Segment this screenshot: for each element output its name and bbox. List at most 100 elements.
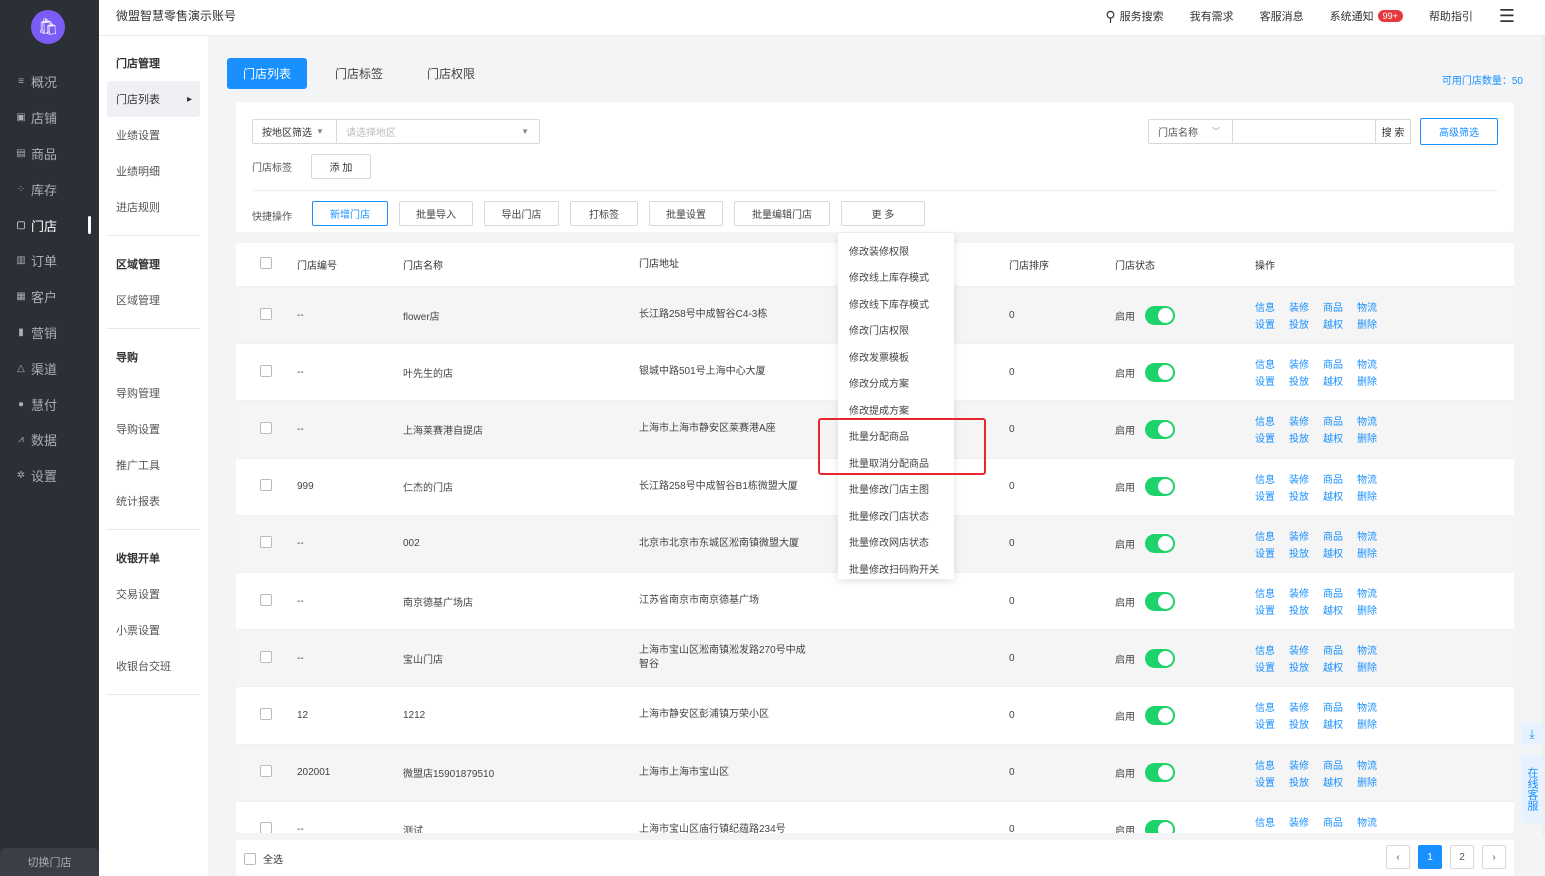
op-override-link[interactable]: 越权: [1323, 488, 1357, 503]
op-settings-link[interactable]: 设置: [1255, 716, 1289, 731]
op-override-link[interactable]: 越权: [1323, 602, 1357, 617]
op-info-link[interactable]: 信息: [1255, 642, 1289, 657]
row-checkbox[interactable]: [260, 421, 272, 434]
page-2-button[interactable]: 2: [1450, 845, 1474, 869]
dd-edit-online-stock-mode[interactable]: 修改线上库存模式: [838, 264, 954, 291]
op-goods-link[interactable]: 商品: [1323, 757, 1357, 772]
nav-item-orders[interactable]: ▥ 订单: [0, 243, 99, 279]
status-toggle[interactable]: [1145, 763, 1175, 783]
nav-item-store[interactable]: ▢ 门店: [0, 207, 99, 243]
op-delete-link[interactable]: 删除: [1357, 831, 1391, 833]
op-deliver-link[interactable]: 投放: [1289, 774, 1323, 789]
op-override-link[interactable]: 越权: [1323, 316, 1357, 331]
region-select-input[interactable]: 请选择地区 ▼: [337, 120, 539, 143]
op-delete-link[interactable]: 删除: [1357, 488, 1391, 503]
subnav-item-stats-report[interactable]: 统计报表: [107, 483, 200, 519]
add-tag-button[interactable]: 添 加: [311, 154, 371, 179]
op-delete-link[interactable]: 删除: [1357, 316, 1391, 331]
dd-batch-edit-main-image[interactable]: 批量修改门店主图: [838, 476, 954, 503]
nav-item-shop[interactable]: ▣ 店铺: [0, 100, 99, 136]
op-logistics-link[interactable]: 物流: [1357, 585, 1391, 600]
op-info-link[interactable]: 信息: [1255, 356, 1289, 371]
search-button[interactable]: 搜 索: [1376, 119, 1411, 144]
op-decorate-link[interactable]: 装修: [1289, 699, 1323, 714]
dd-edit-invoice-template[interactable]: 修改发票模板: [838, 343, 954, 370]
export-stores-button[interactable]: 导出门店: [484, 201, 559, 226]
op-deliver-link[interactable]: 投放: [1289, 373, 1323, 388]
op-delete-link[interactable]: 删除: [1357, 430, 1391, 445]
op-decorate-link[interactable]: 装修: [1289, 356, 1323, 371]
dd-batch-assign-goods[interactable]: 批量分配商品: [838, 423, 954, 450]
op-override-link[interactable]: 越权: [1323, 774, 1357, 789]
subnav-item-region-management[interactable]: 区域管理: [107, 282, 200, 318]
service-message-button[interactable]: 客服消息: [1260, 8, 1304, 24]
page-1-button[interactable]: 1: [1418, 845, 1442, 869]
op-decorate-link[interactable]: 装修: [1289, 413, 1323, 428]
status-toggle[interactable]: [1145, 820, 1175, 833]
tag-stores-button[interactable]: 打标签: [570, 201, 638, 226]
op-info-link[interactable]: 信息: [1255, 699, 1289, 714]
op-override-link[interactable]: 越权: [1323, 373, 1357, 388]
op-decorate-link[interactable]: 装修: [1289, 585, 1323, 600]
op-settings-link[interactable]: 设置: [1255, 831, 1289, 833]
op-logistics-link[interactable]: 物流: [1357, 699, 1391, 714]
add-store-button[interactable]: 新增门店: [312, 201, 388, 226]
status-toggle[interactable]: [1145, 419, 1175, 439]
row-checkbox[interactable]: [260, 479, 272, 492]
nav-item-inventory[interactable]: ⁘ 库存: [0, 171, 99, 207]
prev-page-icon[interactable]: ‹: [1386, 845, 1410, 869]
batch-import-button[interactable]: 批量导入: [399, 201, 473, 226]
batch-edit-stores-button[interactable]: 批量编辑门店: [734, 201, 830, 226]
switch-store-button[interactable]: 切换门店: [0, 848, 99, 876]
subnav-item-performance-details[interactable]: 业绩明细: [107, 153, 200, 189]
status-toggle[interactable]: [1145, 534, 1175, 554]
subnav-item-entry-rules[interactable]: 进店规则: [107, 189, 200, 225]
dd-edit-decorate-permission[interactable]: 修改装修权限: [838, 237, 954, 264]
op-logistics-link[interactable]: 物流: [1357, 528, 1391, 543]
op-logistics-link[interactable]: 物流: [1357, 356, 1391, 371]
op-info-link[interactable]: 信息: [1255, 413, 1289, 428]
select-all[interactable]: 全选: [244, 851, 283, 866]
op-deliver-link[interactable]: 投放: [1289, 316, 1323, 331]
op-deliver-link[interactable]: 投放: [1289, 545, 1323, 560]
batch-settings-button[interactable]: 批量设置: [649, 201, 723, 226]
tab-store-tags[interactable]: 门店标签: [319, 58, 399, 89]
row-checkbox[interactable]: [260, 822, 272, 833]
subnav-item-cashier-shift[interactable]: 收银台交班: [107, 648, 200, 684]
search-field-select[interactable]: 门店名称 ﹀: [1148, 119, 1233, 144]
subnav-item-store-list[interactable]: 门店列表: [107, 81, 200, 117]
op-deliver-link[interactable]: 投放: [1289, 716, 1323, 731]
op-deliver-link[interactable]: 投放: [1289, 488, 1323, 503]
status-toggle[interactable]: [1145, 705, 1175, 725]
op-settings-link[interactable]: 设置: [1255, 430, 1289, 445]
op-override-link[interactable]: 越权: [1323, 659, 1357, 674]
op-settings-link[interactable]: 设置: [1255, 602, 1289, 617]
op-goods-link[interactable]: 商品: [1323, 299, 1357, 314]
op-deliver-link[interactable]: 投放: [1289, 430, 1323, 445]
op-decorate-link[interactable]: 装修: [1289, 814, 1323, 829]
op-goods-link[interactable]: 商品: [1323, 585, 1357, 600]
row-checkbox[interactable]: [260, 650, 272, 663]
dd-batch-edit-scan-switch[interactable]: 批量修改扫码购开关: [838, 555, 954, 582]
op-override-link[interactable]: 越权: [1323, 430, 1357, 445]
nav-item-customers[interactable]: ▦ 客户: [0, 279, 99, 315]
subnav-item-performance-settings[interactable]: 业绩设置: [107, 117, 200, 153]
op-goods-link[interactable]: 商品: [1323, 528, 1357, 543]
op-logistics-link[interactable]: 物流: [1357, 413, 1391, 428]
nav-item-goods[interactable]: ▤ 商品: [0, 136, 99, 172]
op-deliver-link[interactable]: 投放: [1289, 831, 1323, 833]
status-toggle[interactable]: [1145, 362, 1175, 382]
op-logistics-link[interactable]: 物流: [1357, 814, 1391, 829]
advanced-filter-button[interactable]: 高级筛选: [1420, 118, 1498, 145]
online-service-button[interactable]: 在线客服: [1521, 755, 1543, 823]
op-info-link[interactable]: 信息: [1255, 757, 1289, 772]
op-settings-link[interactable]: 设置: [1255, 488, 1289, 503]
nav-item-channels[interactable]: △ 渠道: [0, 350, 99, 386]
dd-batch-edit-online-status[interactable]: 批量修改网店状态: [838, 529, 954, 556]
row-checkbox[interactable]: [260, 307, 272, 320]
more-actions-button[interactable]: 更 多: [841, 201, 925, 226]
dd-edit-offline-stock-mode[interactable]: 修改线下库存模式: [838, 290, 954, 317]
status-toggle[interactable]: [1145, 477, 1175, 497]
row-checkbox[interactable]: [260, 536, 272, 549]
subnav-item-receipt-settings[interactable]: 小票设置: [107, 612, 200, 648]
